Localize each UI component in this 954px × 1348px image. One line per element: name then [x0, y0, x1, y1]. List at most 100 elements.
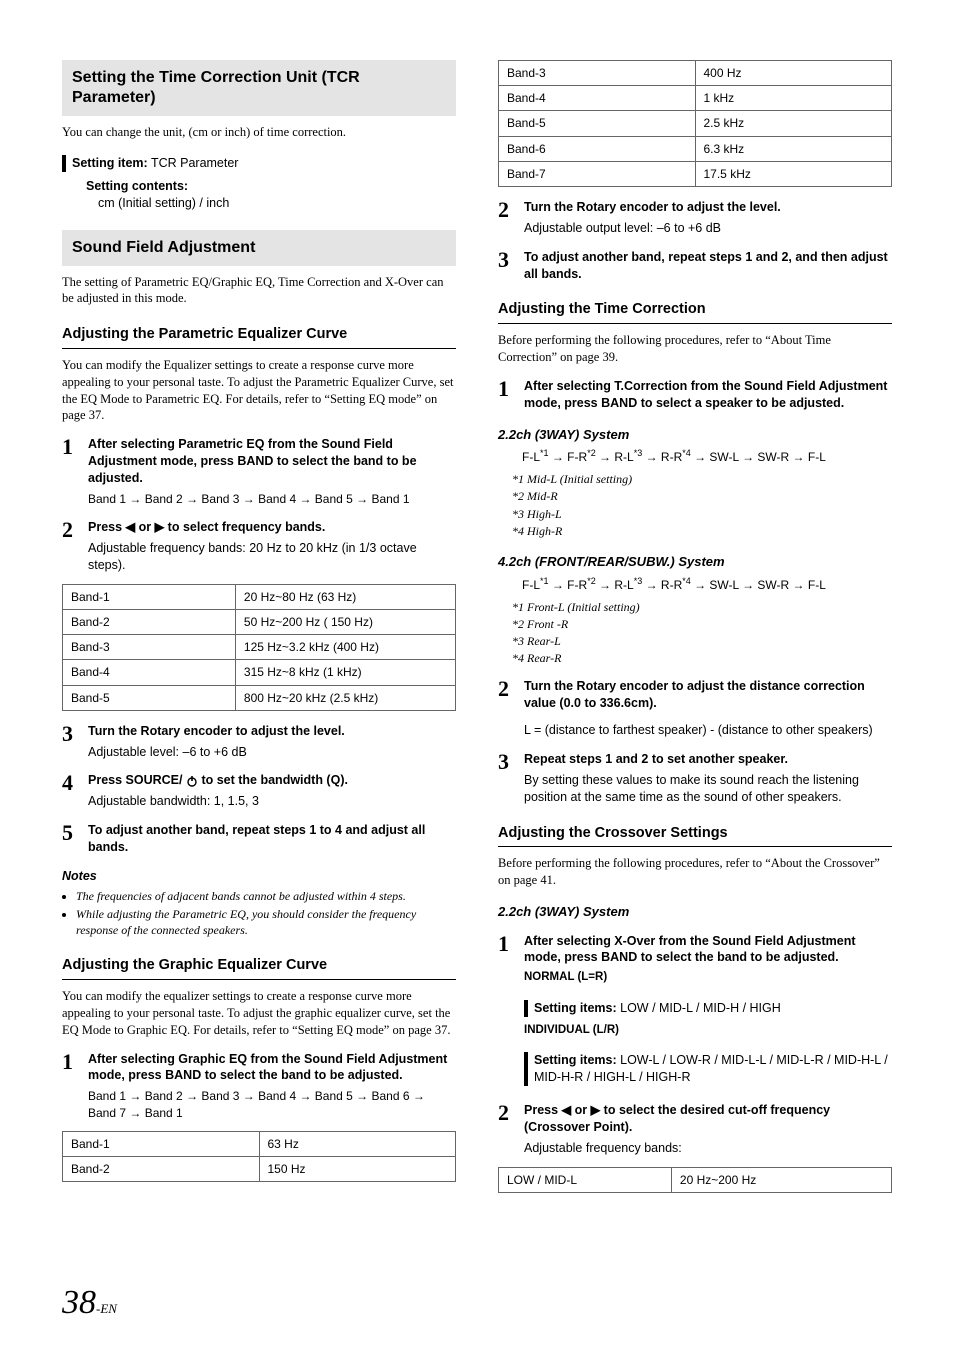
peq-step-4: 4 Press SOURCE/ to set the bandwidth (Q)…	[62, 772, 456, 810]
table-cell: Band-5	[63, 685, 236, 710]
xo-sys-a-heading: 2.2ch (3WAY) System	[498, 903, 892, 921]
xo-step1-lead: After selecting X-Over from the Sound Fi…	[524, 933, 892, 967]
xo-intro: Before performing the following procedur…	[498, 855, 892, 889]
footnote-item: *4 Rear-R	[512, 650, 892, 666]
table-cell: 6.3 kHz	[695, 136, 892, 161]
table-cell: 50 Hz~200 Hz ( 150 Hz)	[235, 609, 455, 634]
table-row: Band-2150 Hz	[63, 1156, 456, 1181]
table-row: LOW / MID-L20 Hz~200 Hz	[499, 1167, 892, 1192]
geq-step2-follow: Adjustable output level: –6 to +6 dB	[524, 220, 892, 237]
geq-step2-lead: Turn the Rotary encoder to adjust the le…	[524, 199, 892, 216]
table-cell: 17.5 kHz	[695, 161, 892, 186]
sfa-heading: Sound Field Adjustment	[62, 230, 456, 266]
step-number: 2	[498, 678, 512, 739]
tc-step3-follow: By setting these values to make its soun…	[524, 772, 892, 806]
step-number: 3	[62, 723, 76, 761]
peq-intro: You can modify the Equalizer settings to…	[62, 357, 456, 425]
tc-step-2: 2 Turn the Rotary encoder to adjust the …	[498, 678, 892, 739]
peq-step-3: 3 Turn the Rotary encoder to adjust the …	[62, 723, 456, 761]
two-column-layout: Setting the Time Correction Unit (TCR Pa…	[62, 60, 892, 1197]
table-cell: 800 Hz~20 kHz (2.5 kHz)	[235, 685, 455, 710]
xo-step-1: 1 After selecting X-Over from the Sound …	[498, 933, 892, 1090]
table-cell: Band-2	[63, 1156, 260, 1181]
table-cell: Band-3	[63, 635, 236, 660]
table-cell: Band-2	[63, 609, 236, 634]
tc-step2-follow: L = (distance to farthest speaker) - (di…	[524, 722, 892, 739]
note-item: While adjusting the Parametric EQ, you s…	[76, 906, 456, 938]
geq-step3-text: To adjust another band, repeat steps 1 a…	[524, 249, 892, 283]
step-number: 2	[498, 1102, 512, 1157]
table-row: Band-4315 Hz~8 kHz (1 kHz)	[63, 660, 456, 685]
setting-items-label: Setting items:	[534, 1053, 620, 1067]
table-cell: 20 Hz~200 Hz	[671, 1167, 891, 1192]
peq-step3-lead: Turn the Rotary encoder to adjust the le…	[88, 723, 456, 740]
table-cell: 20 Hz~80 Hz (63 Hz)	[235, 584, 455, 609]
table-row: Band-163 Hz	[63, 1131, 456, 1156]
table-row: Band-52.5 kHz	[499, 111, 892, 136]
page-num-main: 38	[62, 1284, 96, 1321]
peq-step-2: 2 Press ◀ or ▶ to select frequency bands…	[62, 519, 456, 574]
sfa-intro: The setting of Parametric EQ/Graphic EQ,…	[62, 274, 456, 308]
tcr-heading: Setting the Time Correction Unit (TCR Pa…	[62, 60, 456, 116]
tc-footnotes-a: *1 Mid-L (Initial setting)*2 Mid-R*3 Hig…	[512, 471, 892, 539]
step-number: 3	[498, 751, 512, 806]
xo-step2-follow: Adjustable frequency bands:	[524, 1140, 892, 1157]
setting-items-label: Setting items:	[534, 1001, 620, 1015]
setting-contents-value: cm (Initial setting) / inch	[98, 195, 456, 212]
table-cell: 63 Hz	[259, 1131, 456, 1156]
xo-freq-table: LOW / MID-L20 Hz~200 Hz	[498, 1167, 892, 1193]
tc-sys-b-heading: 4.2ch (FRONT/REAR/SUBW.) System	[498, 553, 892, 571]
geq-step-1: 1 After selecting Graphic EQ from the So…	[62, 1051, 456, 1121]
step-number: 1	[62, 1051, 76, 1121]
footnote-item: *2 Front -R	[512, 616, 892, 632]
xo-step2-lead: Press ◀ or ▶ to select the desired cut-o…	[524, 1102, 892, 1136]
geq-band-table-a: Band-163 HzBand-2150 Hz	[62, 1131, 456, 1182]
geq-step1-text: After selecting Graphic EQ from the Soun…	[88, 1051, 456, 1085]
table-row: Band-66.3 kHz	[499, 136, 892, 161]
peq-step4-follow: Adjustable bandwidth: 1, 1.5, 3	[88, 793, 456, 810]
tcr-setting-item: Setting item: TCR Parameter	[62, 155, 456, 172]
peq-heading: Adjusting the Parametric Equalizer Curve	[62, 325, 456, 349]
step-number: 1	[498, 933, 512, 1090]
table-row: Band-120 Hz~80 Hz (63 Hz)	[63, 584, 456, 609]
left-right-arrow-icon: ◀ or ▶	[562, 1103, 601, 1117]
table-cell: 315 Hz~8 kHz (1 kHz)	[235, 660, 455, 685]
setting-item-label: Setting item:	[72, 156, 148, 170]
peq-band-table: Band-120 Hz~80 Hz (63 Hz)Band-250 Hz~200…	[62, 584, 456, 711]
table-cell: 400 Hz	[695, 61, 892, 86]
right-column: Band-3400 HzBand-41 kHzBand-52.5 kHzBand…	[498, 60, 892, 1197]
tc-seq-b: F-L*1 → F-R*2 → R-L*3 → R-R*4 → SW-L → S…	[522, 575, 892, 593]
table-row: Band-250 Hz~200 Hz ( 150 Hz)	[63, 609, 456, 634]
step-number: 1	[62, 436, 76, 507]
geq-band-table-b: Band-3400 HzBand-41 kHzBand-52.5 kHzBand…	[498, 60, 892, 187]
geq-heading: Adjusting the Graphic Equalizer Curve	[62, 956, 456, 980]
table-cell: Band-1	[63, 1131, 260, 1156]
table-row: Band-41 kHz	[499, 86, 892, 111]
xo-indiv-heading: INDIVIDUAL (L/R)	[524, 1023, 892, 1039]
page-num-suffix: -EN	[96, 1301, 117, 1316]
xo-setting-items-indiv: Setting items: LOW-L / LOW-R / MID-L-L /…	[524, 1052, 892, 1086]
table-cell: Band-4	[499, 86, 696, 111]
step-number: 2	[498, 199, 512, 237]
tc-step-1: 1 After selecting T.Correction from the …	[498, 378, 892, 412]
tc-sys-a-heading: 2.2ch (3WAY) System	[498, 426, 892, 444]
table-cell: 1 kHz	[695, 86, 892, 111]
table-row: Band-3125 Hz~3.2 kHz (400 Hz)	[63, 635, 456, 660]
xo-heading: Adjusting the Crossover Settings	[498, 824, 892, 848]
geq-step-3: 3 To adjust another band, repeat steps 1…	[498, 249, 892, 283]
power-icon	[186, 775, 198, 787]
peq-notes-list: The frequencies of adjacent bands cannot…	[76, 888, 456, 939]
table-cell: 150 Hz	[259, 1156, 456, 1181]
geq-seq1: Band 1 → Band 2 → Band 3 → Band 4 → Band…	[88, 1088, 456, 1120]
step-number: 4	[62, 772, 76, 810]
tc-step-3: 3 Repeat steps 1 and 2 to set another sp…	[498, 751, 892, 806]
left-column: Setting the Time Correction Unit (TCR Pa…	[62, 60, 456, 1197]
geq-intro: You can modify the equalizer settings to…	[62, 988, 456, 1039]
table-cell: LOW / MID-L	[499, 1167, 672, 1192]
setting-contents-label: Setting contents:	[86, 178, 456, 195]
footnote-item: *3 Rear-L	[512, 633, 892, 649]
peq-step1-text: After selecting Parametric EQ from the S…	[88, 436, 456, 487]
peq-step-5: 5 To adjust another band, repeat steps 1…	[62, 822, 456, 856]
table-cell: Band-4	[63, 660, 236, 685]
table-cell: 125 Hz~3.2 kHz (400 Hz)	[235, 635, 455, 660]
